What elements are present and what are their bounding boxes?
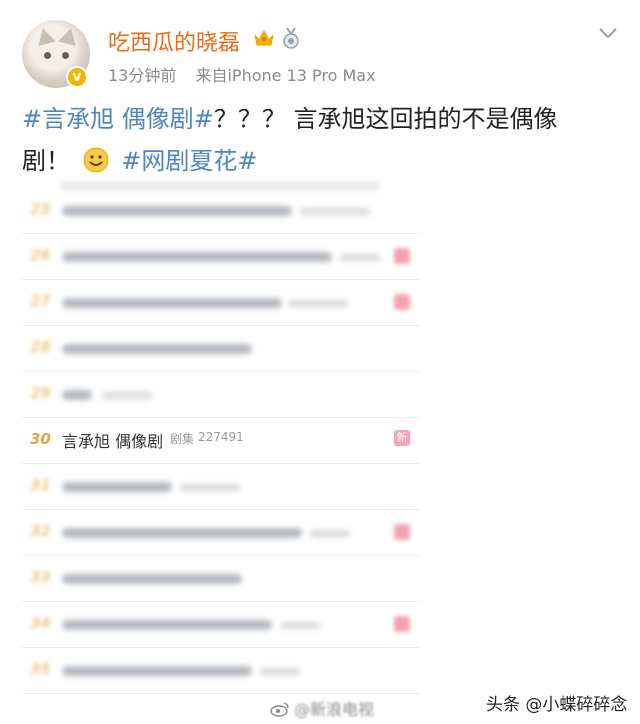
blurred-title — [62, 252, 332, 262]
weibo-watermark: @新浪电视 — [270, 696, 374, 720]
toutiao-watermark: 头条 @小蝶碎碎念 — [486, 695, 628, 715]
post-time: 13分钟前 — [108, 66, 177, 85]
blurred-title — [62, 482, 172, 492]
rank-number: 30 — [30, 430, 51, 448]
list-item-highlighted[interactable]: 30 言承旭 偶像剧 剧集 227491 新 — [22, 418, 420, 464]
rank-number: 28 — [30, 338, 51, 356]
blurred-heat — [180, 484, 240, 491]
list-item[interactable]: 33 — [22, 556, 420, 602]
heat-value: 227491 — [198, 430, 244, 444]
post-source[interactable]: 来自iPhone 13 Pro Max — [195, 66, 375, 85]
avatar-ear — [34, 25, 56, 47]
blurred-heat — [300, 208, 370, 215]
hot-badge-icon — [394, 248, 410, 264]
blurred-heat — [260, 668, 300, 675]
chevron-down-icon[interactable] — [598, 26, 618, 40]
smile-emoji-icon — [83, 147, 109, 173]
rank-number: 27 — [30, 292, 51, 310]
post-text: #言承旭 偶像剧#？？？ 言承旭这回拍的不是偶像 剧！ #网剧夏花# — [22, 98, 622, 182]
blurred-heat — [102, 392, 152, 399]
rank-number: 25 — [30, 200, 51, 218]
avatar-ear — [58, 25, 80, 47]
new-badge: 新 — [394, 430, 410, 446]
blurred-title — [62, 620, 272, 630]
rank-number: 29 — [30, 384, 51, 402]
hashtag-link[interactable]: #网剧夏花# — [121, 147, 257, 175]
rank-number: 34 — [30, 614, 51, 632]
list-item[interactable]: 28 — [22, 326, 420, 372]
blurred-title — [62, 206, 292, 216]
rank-number: 33 — [30, 568, 51, 586]
list-item[interactable]: 29 — [22, 372, 420, 418]
list-item[interactable]: 27 — [22, 280, 420, 326]
post-meta: 13分钟前 来自iPhone 13 Pro Max — [108, 62, 390, 86]
blurred-title — [62, 298, 282, 308]
watermark-text: @新浪电视 — [294, 700, 375, 719]
blurred-title — [62, 574, 242, 584]
blurred-heat — [310, 530, 350, 537]
rank-number: 32 — [30, 522, 51, 540]
blurred-title — [62, 344, 252, 354]
verified-badge-icon: v — [66, 66, 88, 88]
list-item[interactable]: 25 — [22, 188, 420, 234]
crown-icon[interactable] — [253, 27, 275, 49]
list-item[interactable]: 35 — [22, 648, 420, 694]
post-text-line2: 剧！ — [22, 147, 70, 175]
blurred-heat — [280, 622, 320, 629]
list-item[interactable]: 32 — [22, 510, 420, 556]
list-item[interactable]: 34 — [22, 602, 420, 648]
rank-number: 31 — [30, 476, 51, 494]
blurred-heat — [340, 254, 380, 261]
blurred-heat — [288, 300, 348, 307]
blurred-title — [62, 666, 252, 676]
hot-search-title[interactable]: 言承旭 偶像剧 — [62, 428, 163, 452]
weibo-logo-icon — [270, 702, 289, 717]
hot-badge-icon — [394, 294, 410, 310]
list-item[interactable]: 26 — [22, 234, 420, 280]
hot-search-list: 25 26 27 28 29 30 言承旭 偶像剧 剧集 227491 新 31… — [22, 188, 420, 694]
medal-icon[interactable] — [281, 27, 301, 49]
blurred-title — [62, 390, 92, 400]
hashtag-link[interactable]: #言承旭 偶像剧# — [22, 105, 214, 133]
hot-badge-icon — [394, 616, 410, 632]
list-item[interactable]: 31 — [22, 464, 420, 510]
avatar-eye — [44, 52, 51, 59]
blurred-title — [62, 528, 302, 538]
rank-number: 26 — [30, 246, 51, 264]
rank-number: 35 — [30, 660, 51, 678]
hot-badge-icon — [394, 524, 410, 540]
post-text-line1: ？？？ 言承旭这回拍的不是偶像 — [213, 105, 558, 133]
avatar-eye — [62, 52, 69, 59]
category-label: 剧集 — [170, 432, 195, 446]
username[interactable]: 吃西瓜的晓磊 — [108, 25, 240, 57]
